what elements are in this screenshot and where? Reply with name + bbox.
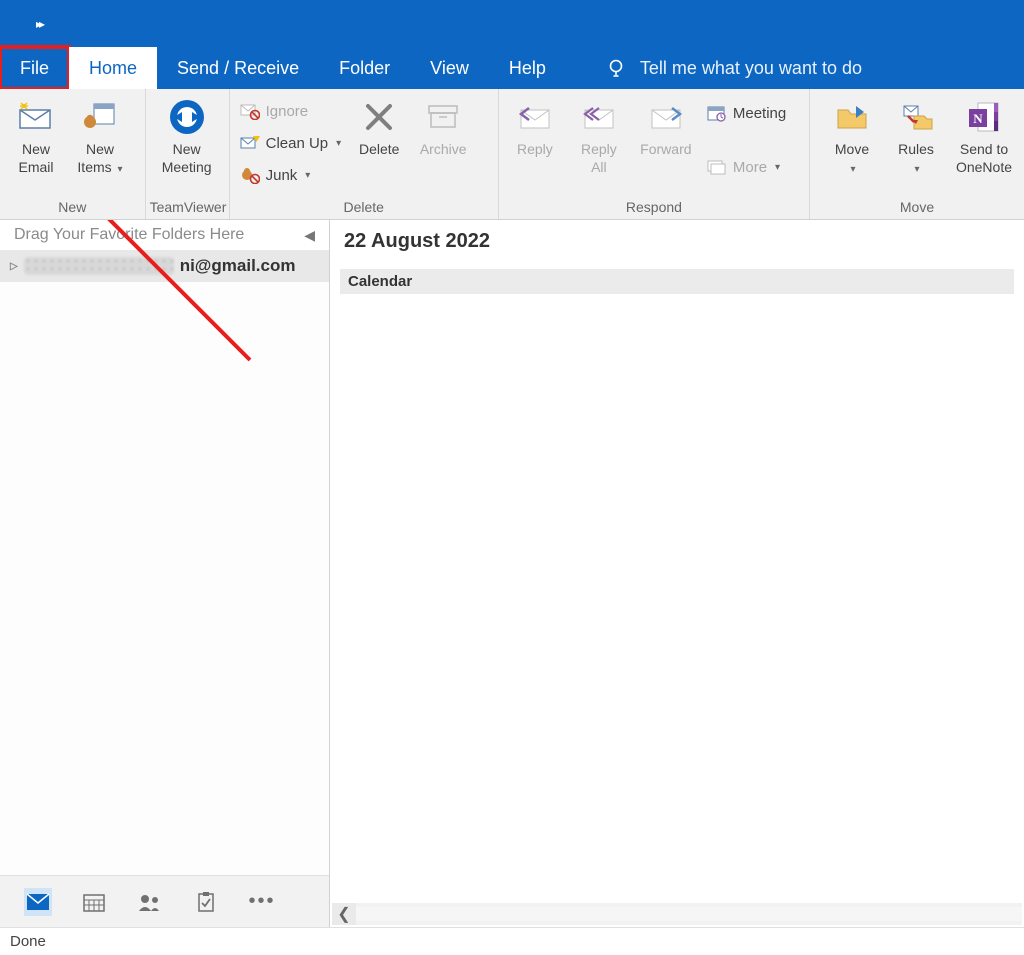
reply-all-button[interactable]: Reply All xyxy=(567,93,631,180)
junk-button[interactable]: Junk ▾ xyxy=(234,159,348,191)
favorites-header[interactable]: Drag Your Favorite Folders Here ◀ xyxy=(0,220,329,250)
people-peek-icon[interactable] xyxy=(136,888,164,916)
tab-home[interactable]: Home xyxy=(69,47,157,89)
more-peek-icon[interactable]: ••• xyxy=(248,888,276,916)
tasks-peek-icon[interactable] xyxy=(192,888,220,916)
scroll-left-icon[interactable]: ❮ xyxy=(332,903,356,925)
tab-help[interactable]: Help xyxy=(489,47,566,89)
reply-icon xyxy=(515,97,555,137)
chevron-down-icon: ▾ xyxy=(775,162,780,173)
tab-view[interactable]: View xyxy=(410,47,489,89)
delete-icon xyxy=(359,97,399,137)
mail-peek-icon[interactable] xyxy=(24,888,52,916)
favorites-hint: Drag Your Favorite Folders Here xyxy=(14,226,244,244)
reply-all-label: Reply All xyxy=(581,141,617,176)
rules-icon xyxy=(896,97,936,137)
new-email-label: New Email xyxy=(18,141,53,176)
delete-label: Delete xyxy=(359,141,399,159)
onenote-icon: N xyxy=(964,97,1004,137)
title-bar: ▸▸ xyxy=(0,0,1024,47)
tab-file[interactable]: File xyxy=(0,45,71,91)
new-meeting-button[interactable]: New Meeting xyxy=(150,93,224,180)
tell-me-label: Tell me what you want to do xyxy=(640,58,862,79)
status-bar: Done xyxy=(0,927,1024,955)
new-items-button[interactable]: New Items ▾ xyxy=(68,93,132,180)
horizontal-scrollbar[interactable]: ❮ xyxy=(332,903,1022,925)
navigation-pane: Drag Your Favorite Folders Here ◀ ▷ ni@g… xyxy=(0,220,330,927)
forward-icon xyxy=(646,97,686,137)
account-row[interactable]: ▷ ni@gmail.com xyxy=(0,250,329,282)
new-meeting-label: New Meeting xyxy=(162,141,212,176)
new-email-button[interactable]: New Email xyxy=(4,93,68,180)
archive-icon xyxy=(423,97,463,137)
reply-button[interactable]: Reply xyxy=(503,93,567,163)
ribbon: New Email New Items ▾ New New Meeting Te… xyxy=(0,89,1024,220)
chevron-down-icon: ▾ xyxy=(118,164,123,175)
status-text: Done xyxy=(10,933,46,950)
expand-icon[interactable]: ▷ xyxy=(10,261,18,272)
menu-bar: File Home Send / Receive Folder View Hel… xyxy=(0,47,1024,89)
junk-label: Junk xyxy=(266,167,298,184)
more-icon xyxy=(707,159,727,175)
meeting-icon xyxy=(707,104,727,122)
delete-button[interactable]: Delete xyxy=(347,93,411,163)
group-label-move: Move xyxy=(814,197,1020,219)
chevron-down-icon: ▾ xyxy=(336,138,341,149)
calendar-section-header[interactable]: Calendar xyxy=(340,269,1014,294)
meeting-label: Meeting xyxy=(733,105,786,122)
move-icon xyxy=(832,97,872,137)
new-items-label: New Items ▾ xyxy=(77,141,122,176)
forward-button[interactable]: Forward xyxy=(631,93,701,163)
group-label-teamviewer: TeamViewer xyxy=(150,197,225,219)
calendar-peek-icon[interactable] xyxy=(80,888,108,916)
chevron-down-icon: ▾ xyxy=(305,170,310,181)
teamviewer-icon xyxy=(167,97,207,137)
calendar-body xyxy=(330,294,1024,903)
group-label-respond: Respond xyxy=(503,197,805,219)
rules-button[interactable]: Rules▾ xyxy=(884,93,948,180)
new-email-icon xyxy=(16,97,56,137)
forward-label: Forward xyxy=(640,141,691,159)
send-to-onenote-button[interactable]: N Send to OneNote xyxy=(948,93,1020,180)
collapse-icon[interactable]: ◀ xyxy=(304,227,315,244)
qat-expand-icon[interactable]: ▸▸ xyxy=(36,17,42,31)
reply-all-icon xyxy=(579,97,619,137)
junk-icon xyxy=(240,166,260,184)
ignore-label: Ignore xyxy=(266,103,309,120)
group-label-new: New xyxy=(4,197,141,219)
tab-folder[interactable]: Folder xyxy=(319,47,410,89)
clean-up-label: Clean Up xyxy=(266,135,329,152)
svg-text:N: N xyxy=(973,111,983,126)
account-redacted xyxy=(24,257,174,275)
chevron-down-icon: ▾ xyxy=(914,164,919,175)
group-label-delete: Delete xyxy=(234,197,494,219)
scroll-track[interactable] xyxy=(356,907,1022,921)
date-header: 22 August 2022 xyxy=(330,220,1024,257)
archive-button[interactable]: Archive xyxy=(411,93,475,163)
archive-label: Archive xyxy=(420,141,467,159)
new-items-icon xyxy=(80,97,120,137)
peek-bar: ••• xyxy=(0,875,329,927)
clean-up-icon xyxy=(240,134,260,152)
meeting-button[interactable]: Meeting xyxy=(701,97,792,129)
move-button-label: Move▾ xyxy=(835,141,869,176)
tell-me-search[interactable]: Tell me what you want to do xyxy=(566,47,862,89)
lightbulb-icon xyxy=(606,58,626,78)
content-pane: 22 August 2022 Calendar ❮ xyxy=(330,220,1024,927)
more-respond-button[interactable]: More ▾ xyxy=(701,151,792,183)
tab-send-receive[interactable]: Send / Receive xyxy=(157,47,319,89)
more-label: More xyxy=(733,159,767,176)
clean-up-button[interactable]: Clean Up ▾ xyxy=(234,127,348,159)
move-button[interactable]: Move▾ xyxy=(820,93,884,180)
send-onenote-label: Send to OneNote xyxy=(956,141,1012,176)
reply-label: Reply xyxy=(517,141,553,159)
account-suffix: ni@gmail.com xyxy=(180,256,296,276)
rules-label: Rules▾ xyxy=(898,141,934,176)
chevron-down-icon: ▾ xyxy=(850,164,855,175)
ignore-button[interactable]: Ignore xyxy=(234,95,348,127)
ignore-icon xyxy=(240,102,260,120)
